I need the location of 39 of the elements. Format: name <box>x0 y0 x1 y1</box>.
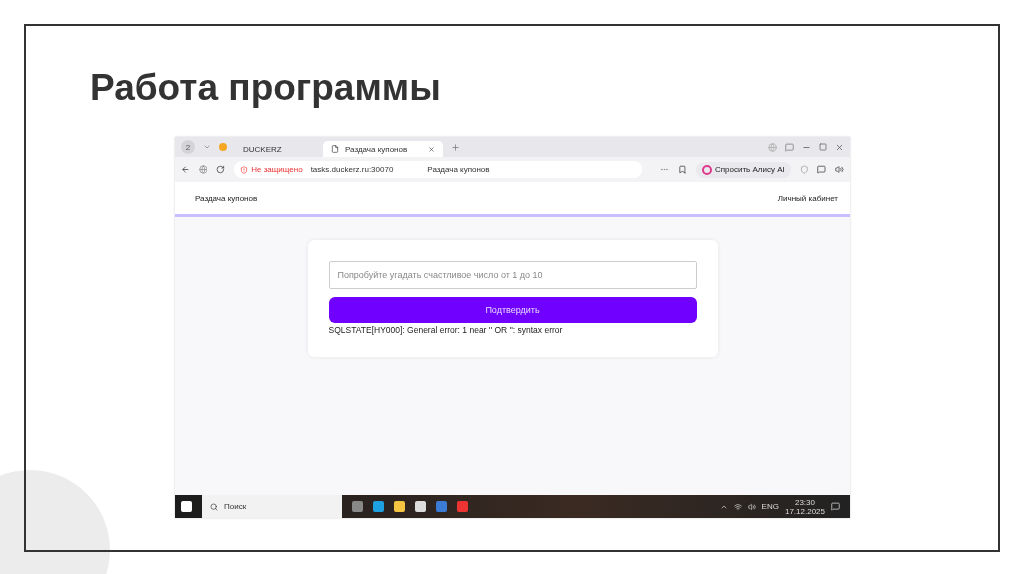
bookmark-icon[interactable] <box>678 165 687 174</box>
tab-label: DUCKERZ <box>243 144 282 154</box>
assistant-button[interactable]: Спросить Алису AI <box>695 161 791 178</box>
maximize-icon[interactable] <box>819 143 827 151</box>
tab-counter[interactable]: 2 <box>181 140 195 154</box>
error-message: SQLSTATE[HY000]: General error: 1 near '' OR '': syntax error <box>328 325 564 335</box>
language-indicator[interactable]: ENG <box>761 502 779 511</box>
new-tab-icon[interactable] <box>451 142 460 152</box>
page-title: Раздача купонов <box>427 165 490 174</box>
site-brand[interactable]: Раздача купонов <box>195 193 258 203</box>
slide-title: Работа программы <box>90 66 442 110</box>
security-warning[interactable]: Не защищено <box>240 165 303 174</box>
chat-icon[interactable] <box>817 165 827 174</box>
shield-warning-icon <box>240 165 249 174</box>
url-text: tasks.duckerz.ru:30070 <box>310 165 394 174</box>
tab-label: Раздача купонов <box>345 144 408 154</box>
reload-icon[interactable] <box>216 165 226 174</box>
close-icon[interactable] <box>428 145 435 153</box>
app-icon[interactable] <box>436 501 447 512</box>
chevron-down-icon[interactable] <box>203 143 211 151</box>
app-icon[interactable] <box>415 501 426 512</box>
search-icon <box>210 502 218 511</box>
back-icon[interactable] <box>181 165 190 174</box>
wifi-icon[interactable] <box>733 502 742 511</box>
globe-icon[interactable] <box>198 165 208 174</box>
url-field[interactable]: Не защищено tasks.duckerz.ru:30070 Раздача купонов <box>234 161 643 178</box>
chat-icon[interactable] <box>785 142 794 152</box>
volume-icon[interactable] <box>747 502 756 511</box>
shield-icon[interactable] <box>799 165 809 174</box>
account-link[interactable]: Личный кабинет <box>777 193 838 203</box>
input-field[interactable]: Попробуйте угадать счастливое число от 1 до 10 <box>328 261 697 289</box>
submit-button[interactable]: Подтвердить <box>328 297 697 323</box>
close-icon[interactable] <box>835 142 844 152</box>
browser-tab[interactable]: Раздача купонов <box>323 141 443 157</box>
browser-tab[interactable]: DUCKERZ <box>235 141 315 157</box>
page-icon <box>331 145 339 153</box>
clock[interactable]: 23:30 17.12.2025 <box>784 497 825 516</box>
notification-icon[interactable] <box>831 502 840 511</box>
taskbar-search[interactable]: Поиск <box>202 495 342 518</box>
